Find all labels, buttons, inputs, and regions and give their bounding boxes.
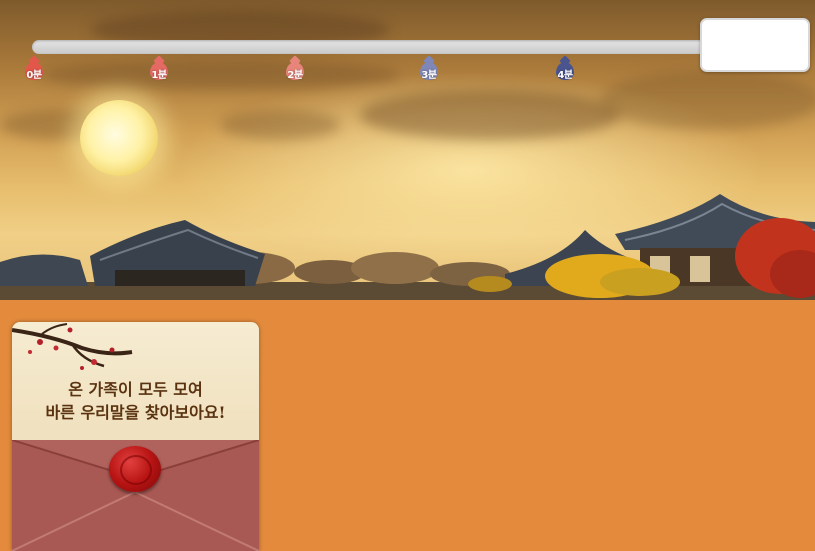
timer-marker-label: 4분 — [557, 70, 573, 81]
invitation-card[interactable]: 온 가족이 모두 모여 바른 우리말을 찾아보아요! — [12, 322, 259, 551]
invitation-line-1: 온 가족이 모두 모여 — [68, 380, 203, 399]
timer-marker-2: 2분 — [284, 60, 306, 84]
cloud — [220, 110, 340, 140]
timer-marker-0: 0분 — [23, 60, 45, 84]
invitation-message: 온 가족이 모두 모여 바른 우리말을 찾아보아요! — [12, 378, 259, 424]
cloud — [600, 70, 815, 130]
timer-marker-1: 1분 — [148, 60, 170, 84]
cloud — [40, 60, 400, 90]
timer-marker-label: 3분 — [421, 70, 437, 81]
timer-marker-4: 4분 — [554, 60, 576, 84]
timer-marker-label: 0분 — [26, 70, 42, 81]
wax-seal-icon[interactable] — [109, 446, 161, 492]
score-box — [700, 18, 810, 72]
full-moon — [80, 100, 158, 176]
cloud — [360, 90, 620, 140]
plum-blossom-branch-icon — [12, 323, 133, 370]
timer-marker-3: 3분 — [418, 60, 440, 84]
hanok-village-roofs — [0, 194, 815, 300]
timer-marker-label: 1분 — [151, 70, 167, 81]
invitation-line-2: 바른 우리말을 찾아보아요! — [45, 403, 226, 422]
timer-marker-label: 2분 — [287, 70, 303, 81]
timer-track — [32, 40, 708, 54]
